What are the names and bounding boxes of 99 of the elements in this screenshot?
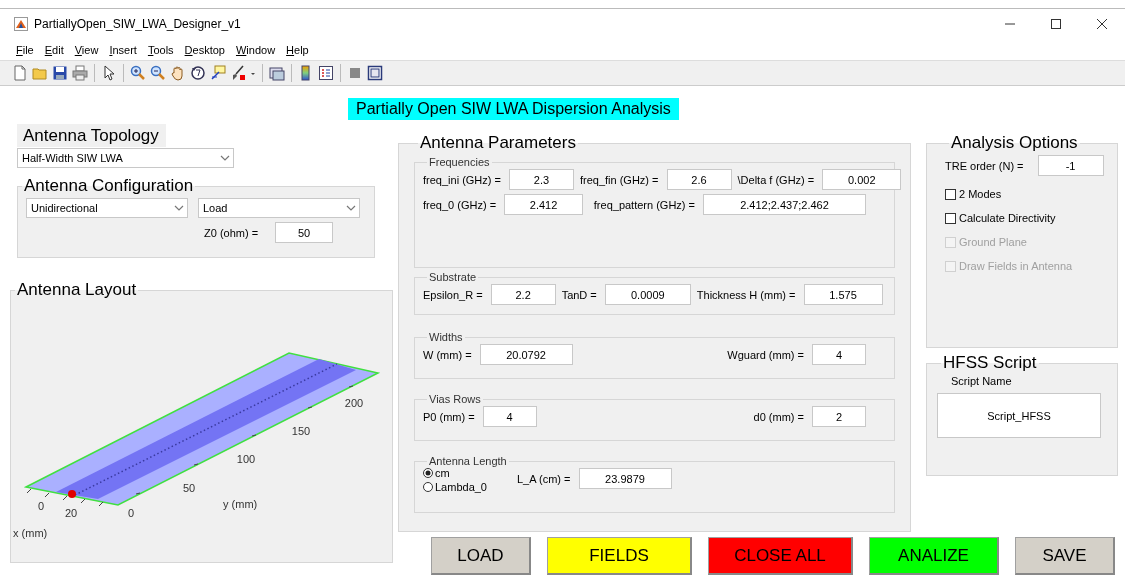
stacked-windows-icon[interactable] bbox=[269, 65, 285, 81]
input-field[interactable]: 0.0009 bbox=[604, 284, 691, 305]
action-button[interactable]: ANALIZE bbox=[869, 537, 999, 575]
checkbox-label: Draw Fields in Antenna bbox=[959, 260, 1073, 272]
action-button[interactable]: SAVE bbox=[1015, 537, 1115, 575]
dropdown-value: Unidirectional bbox=[31, 202, 98, 214]
tick-label: 50 bbox=[182, 482, 196, 494]
panel-title: HFSS Script bbox=[942, 353, 1038, 373]
radio-button[interactable] bbox=[423, 468, 433, 478]
dropdown-value: Load bbox=[203, 202, 228, 214]
menu-item[interactable]: Window bbox=[231, 43, 283, 56]
field-label: Wguard (mm) = bbox=[727, 348, 804, 361]
panel-title: Antenna Parameters bbox=[419, 133, 577, 153]
heading: Partially Open SIW LWA Dispersion Analysis bbox=[348, 98, 679, 120]
input-field[interactable]: 2 bbox=[812, 406, 866, 427]
brush-icon[interactable] bbox=[230, 65, 246, 81]
checkbox-label: Ground Plane bbox=[959, 236, 1027, 248]
field-label: Script Name bbox=[951, 375, 1013, 387]
radio-button[interactable] bbox=[423, 482, 433, 492]
checkbox-label[interactable]: Calculate Directivity bbox=[959, 212, 1056, 224]
input-field[interactable]: 2.3 bbox=[508, 169, 574, 190]
field-label: Z0 (ohm) = bbox=[204, 226, 259, 239]
panel-title: Frequencies bbox=[428, 156, 491, 168]
panel-title: Antenna Length bbox=[428, 455, 508, 467]
input-field[interactable]: 1.575 bbox=[803, 284, 883, 305]
input-field[interactable]: 2.2 bbox=[490, 284, 556, 305]
window-title: PartiallyOpen_SIW_LWA_Designer_v1 bbox=[34, 17, 241, 31]
field-label: W (mm) = bbox=[423, 348, 472, 361]
field-label: TRE order (N) = bbox=[945, 159, 1024, 172]
field-label: d0 (mm) = bbox=[753, 410, 804, 423]
dropdown[interactable]: Load bbox=[198, 198, 360, 218]
chevron-icon bbox=[346, 204, 356, 212]
field-label: P0 (mm) = bbox=[423, 410, 475, 423]
action-button[interactable]: FIELDS bbox=[547, 537, 692, 575]
input-field[interactable]: Script_HFSS bbox=[937, 393, 1101, 438]
menu-item[interactable]: Edit bbox=[40, 43, 71, 56]
field-label: Epsilon_R = bbox=[423, 288, 483, 301]
chevron-icon bbox=[174, 204, 184, 212]
input-field[interactable]: 20.0792 bbox=[479, 344, 573, 365]
menu-item[interactable]: File bbox=[12, 43, 41, 56]
tick-label: 20 bbox=[64, 507, 78, 519]
input-field[interactable]: 2.412 bbox=[504, 194, 584, 215]
printer-icon[interactable] bbox=[72, 65, 88, 81]
panel-title: Substrate bbox=[428, 271, 478, 283]
input-field[interactable]: 2.412;2.437;2.462 bbox=[703, 194, 866, 215]
chevron-icon bbox=[220, 154, 230, 162]
input-field[interactable]: 4 bbox=[812, 344, 866, 365]
hand-icon[interactable] bbox=[170, 65, 186, 81]
field-label: freq_pattern (GHz) = bbox=[593, 198, 695, 211]
input-field[interactable]: 2.6 bbox=[666, 169, 732, 190]
tick-label: 0 bbox=[37, 500, 45, 512]
field-label: Thickness H (mm) = bbox=[696, 288, 796, 301]
rotate-icon[interactable] bbox=[190, 65, 206, 81]
radio-label[interactable]: Lambda_0 bbox=[435, 481, 487, 493]
panel-title: Antenna Layout bbox=[16, 280, 138, 300]
menu-item[interactable]: Tools bbox=[143, 43, 181, 56]
action-button[interactable]: LOAD bbox=[431, 537, 531, 575]
menu-item[interactable]: View bbox=[70, 43, 106, 56]
axis-label: y (mm) bbox=[223, 498, 258, 510]
zoom-in-icon[interactable] bbox=[130, 65, 146, 81]
checkbox[interactable] bbox=[945, 188, 956, 200]
panel-title: Vias Rows bbox=[428, 393, 482, 405]
input-field[interactable]: 0.002 bbox=[822, 169, 902, 190]
checkbox[interactable] bbox=[945, 212, 956, 224]
dropdown-value: Half-Width SIW LWA bbox=[22, 152, 123, 164]
checkbox-label[interactable]: 2 Modes bbox=[959, 188, 1002, 200]
window-icon[interactable] bbox=[367, 65, 383, 81]
field-label: freq_ini (GHz) = bbox=[423, 173, 501, 186]
menu-item[interactable]: Help bbox=[282, 43, 316, 56]
data-tip-icon[interactable] bbox=[210, 65, 226, 81]
input-field[interactable]: 4 bbox=[482, 406, 537, 427]
action-button[interactable]: CLOSE ALL bbox=[708, 537, 853, 575]
menu-item[interactable]: Desktop bbox=[180, 43, 232, 56]
panel-title: Antenna Configuration bbox=[23, 176, 195, 196]
section-label: Antenna Topology bbox=[17, 124, 166, 147]
tick-label: 100 bbox=[236, 453, 256, 465]
tick-label: 0 bbox=[127, 507, 135, 519]
dropdown[interactable]: Unidirectional bbox=[26, 198, 188, 218]
pointer-icon[interactable] bbox=[101, 65, 117, 81]
field-label: TanD = bbox=[561, 288, 597, 301]
panel-title: Analysis Options bbox=[950, 133, 1079, 153]
field-label: L_A (cm) = bbox=[517, 472, 571, 485]
axis-label: x (mm) bbox=[13, 527, 48, 539]
input-field[interactable]: 23.9879 bbox=[578, 468, 672, 489]
panel-title: Widths bbox=[428, 331, 464, 343]
tick-label: 200 bbox=[344, 397, 364, 409]
dropdown[interactable]: Half-Width SIW LWA bbox=[17, 148, 234, 168]
new-file-icon[interactable] bbox=[12, 65, 28, 81]
field-label: freq_0 (GHz) = bbox=[423, 198, 497, 211]
zoom-out-icon[interactable] bbox=[150, 65, 166, 81]
field-label: \Delta f (GHz) = bbox=[737, 173, 815, 186]
input-field[interactable]: -1 bbox=[1037, 155, 1104, 176]
radio-label[interactable]: cm bbox=[435, 467, 450, 479]
app-icon bbox=[14, 17, 28, 31]
input-field[interactable]: 50 bbox=[275, 222, 334, 243]
legend-icon[interactable] bbox=[318, 65, 334, 81]
field-label: freq_fin (GHz) = bbox=[579, 173, 659, 186]
menu-item[interactable]: Insert bbox=[105, 43, 144, 56]
tick-label: 150 bbox=[291, 425, 311, 437]
